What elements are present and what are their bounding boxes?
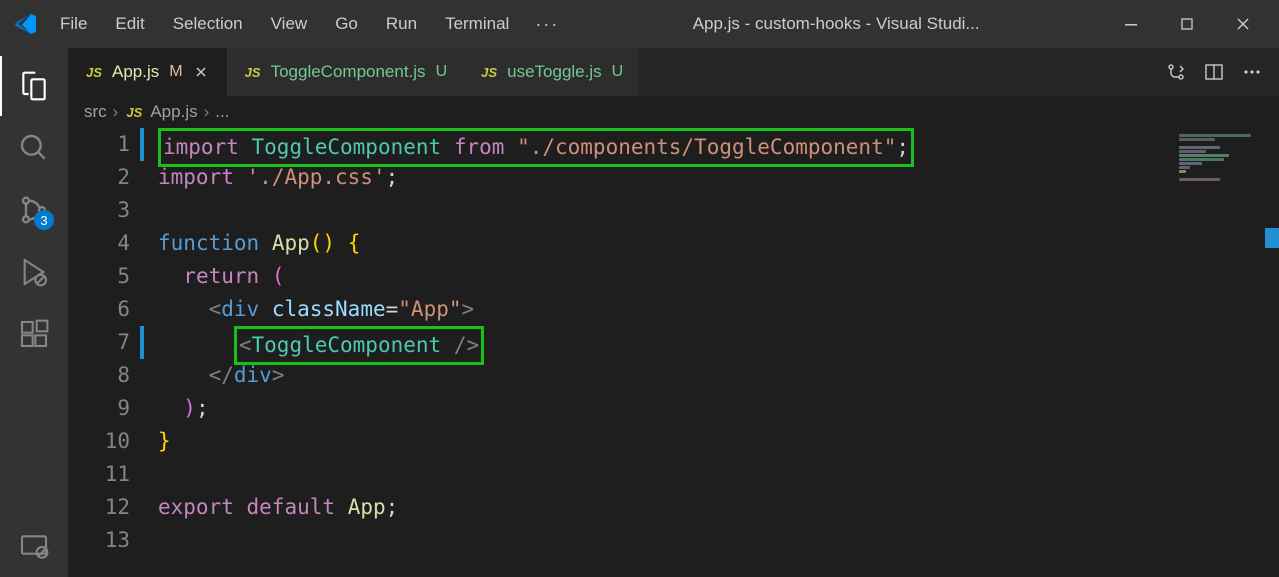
activity-source-control[interactable]: 3 [0, 180, 68, 240]
breadcrumb[interactable]: src › JS App.js › ... [68, 96, 1279, 128]
code-line-9[interactable]: ); [158, 392, 1169, 425]
editor-actions [1159, 55, 1279, 89]
vertical-scrollbar[interactable] [1265, 128, 1279, 577]
menu-terminal[interactable]: Terminal [433, 10, 521, 38]
code-line-8[interactable]: </div> [158, 359, 1169, 392]
code-line-5[interactable]: return ( [158, 260, 1169, 293]
window-controls [1103, 0, 1271, 48]
activity-bar: 3 [0, 48, 68, 577]
code-content[interactable]: import ToggleComponent from "./component… [158, 128, 1169, 577]
menu-selection[interactable]: Selection [161, 10, 255, 38]
code-line-6[interactable]: <div className="App"> [158, 293, 1169, 326]
code-editor[interactable]: 1 2 3 4 5 6 7 8 9 10 11 12 13 import Tog… [68, 128, 1279, 577]
tab-label: ToggleComponent.js [271, 62, 426, 82]
more-actions-icon[interactable] [1235, 55, 1269, 89]
activity-search[interactable] [0, 118, 68, 178]
breadcrumb-ellipsis[interactable]: ... [215, 102, 229, 122]
activity-remote[interactable] [0, 517, 68, 577]
tab-togglecomponent-js[interactable]: JS ToggleComponent.js U [227, 48, 464, 96]
code-line-1[interactable]: import ToggleComponent from "./component… [158, 128, 1169, 161]
chevron-right-icon: › [204, 102, 210, 122]
window-title: App.js - custom-hooks - Visual Studi... [569, 14, 1103, 34]
minimap[interactable] [1169, 128, 1279, 577]
tab-usetoggle-js[interactable]: JS useToggle.js U [463, 48, 639, 96]
tab-label: useToggle.js [507, 62, 602, 82]
breadcrumb-folder[interactable]: src [84, 102, 107, 122]
breadcrumb-file[interactable]: App.js [150, 102, 197, 122]
tab-label: App.js [112, 62, 159, 82]
editor-area: JS App.js M JS ToggleComponent.js U JS u… [68, 48, 1279, 577]
code-line-3[interactable] [158, 194, 1169, 227]
chevron-right-icon: › [113, 102, 119, 122]
title-bar: File Edit Selection View Go Run Terminal… [0, 0, 1279, 48]
vscode-logo-icon [14, 12, 38, 36]
compare-changes-icon[interactable] [1159, 55, 1193, 89]
close-button[interactable] [1215, 0, 1271, 48]
menu-file[interactable]: File [48, 10, 99, 38]
main-area: 3 JS App.js M JS T [0, 48, 1279, 577]
activity-extensions[interactable] [0, 304, 68, 364]
menu-go[interactable]: Go [323, 10, 370, 38]
minimize-button[interactable] [1103, 0, 1159, 48]
code-line-7[interactable]: <ToggleComponent /> [158, 326, 1169, 359]
code-line-12[interactable]: export default App; [158, 491, 1169, 524]
scroll-marker [1265, 228, 1279, 248]
code-line-4[interactable]: function App() { [158, 227, 1169, 260]
code-line-10[interactable]: } [158, 425, 1169, 458]
code-line-13[interactable] [158, 524, 1169, 557]
js-file-icon: JS [479, 62, 499, 82]
js-file-icon: JS [243, 62, 263, 82]
menu-edit[interactable]: Edit [103, 10, 156, 38]
menu-overflow-icon[interactable]: ··· [525, 8, 569, 41]
js-file-icon: JS [124, 102, 144, 122]
activity-explorer[interactable] [0, 56, 68, 116]
split-editor-icon[interactable] [1197, 55, 1231, 89]
line-number-gutter: 1 2 3 4 5 6 7 8 9 10 11 12 13 [68, 128, 158, 577]
tab-app-js[interactable]: JS App.js M [68, 48, 227, 96]
menu-view[interactable]: View [259, 10, 320, 38]
tab-modified-badge: M [169, 63, 182, 81]
scm-badge: 3 [34, 210, 54, 230]
minimap-content [1179, 134, 1269, 182]
menu-bar: File Edit Selection View Go Run Terminal [48, 10, 521, 38]
code-line-11[interactable] [158, 458, 1169, 491]
maximize-button[interactable] [1159, 0, 1215, 48]
activity-run-debug[interactable] [0, 242, 68, 302]
menu-run[interactable]: Run [374, 10, 429, 38]
editor-tabs: JS App.js M JS ToggleComponent.js U JS u… [68, 48, 1279, 96]
tab-untracked-badge: U [612, 63, 624, 81]
tab-untracked-badge: U [436, 63, 448, 81]
js-file-icon: JS [84, 62, 104, 82]
code-line-2[interactable]: import './App.css'; [158, 161, 1169, 194]
tab-close-icon[interactable] [191, 62, 211, 82]
